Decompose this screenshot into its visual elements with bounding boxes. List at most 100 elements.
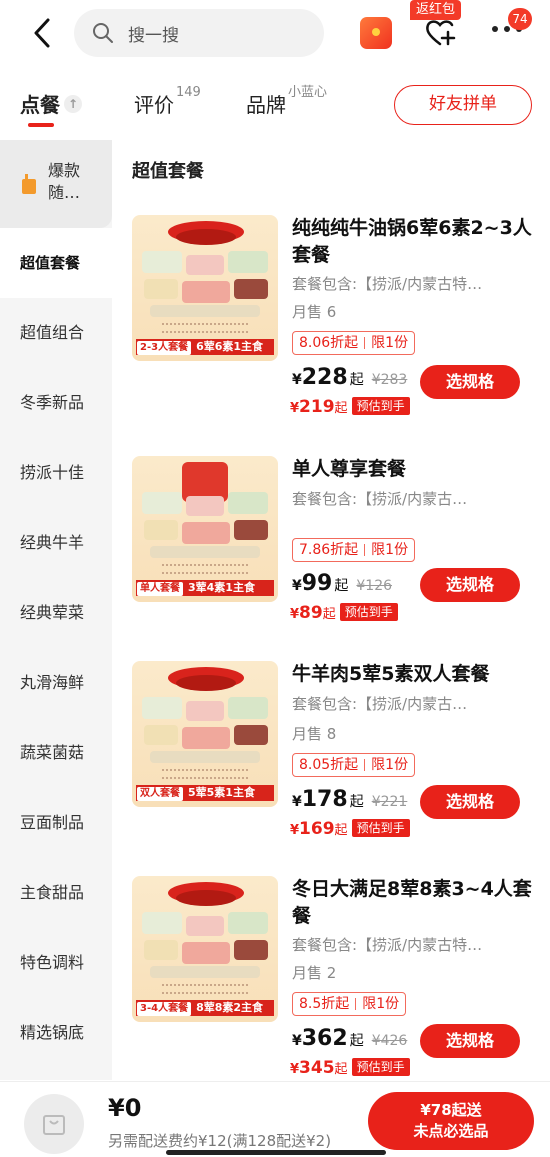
product-image-banner: 3-4人套餐 8荤8素2主食: [136, 1000, 274, 1016]
product-name[interactable]: 单人尊享套餐: [292, 456, 536, 483]
estimated-price-value: 345: [299, 1058, 335, 1078]
tab-review[interactable]: 评价149: [134, 85, 201, 118]
drink-cup-icon: [22, 174, 36, 194]
sidebar-item-hot[interactable]: 爆款随…: [0, 140, 112, 228]
banner-contents: 5荤5素1主食: [188, 786, 255, 799]
cart-total: ¥0: [108, 1094, 142, 1122]
discount-rate: 8.06折起: [299, 335, 359, 351]
discount-badge: 8.06折起 限1份: [292, 331, 416, 355]
discount-badge: 8.05折起 限1份: [292, 753, 416, 777]
search-input[interactable]: 搜一搜: [74, 9, 324, 57]
price-value: 178: [301, 787, 348, 812]
estimated-price-value: 89: [299, 603, 323, 623]
product-name[interactable]: 纯纯纯牛油锅6荤6素2~3人套餐: [292, 215, 536, 269]
checkout-button[interactable]: ¥78起送 未点必选品: [368, 1092, 534, 1150]
product-image-banner: 2-3人套餐 6荤6素1主食: [136, 339, 274, 355]
discount-rate: 8.05折起: [299, 757, 359, 773]
section-title: 超值套餐: [132, 161, 204, 182]
price-from-label: 起: [349, 794, 364, 810]
cart-button[interactable]: [24, 1094, 84, 1154]
product-description: 套餐包含:【捞派/内蒙古特…: [292, 275, 483, 293]
friend-group-order-button[interactable]: 好友拼单: [394, 85, 532, 125]
currency-symbol: ¥: [292, 578, 302, 594]
product-card[interactable]: 双人套餐 5荤5素1主食 牛羊肉5荤5素双人套餐 套餐包含:【捞派/内蒙古… 月售 88…: [132, 661, 532, 881]
sidebar-item-winter-new[interactable]: 冬季新品: [0, 368, 112, 438]
checkout-min-order: ¥78起送: [420, 1101, 482, 1119]
banner-party-size: 2-3人套餐: [137, 341, 192, 355]
estimated-price: ¥345起 预估到手: [290, 1058, 410, 1078]
sidebar-item-staples-dessert[interactable]: 主食甜品: [0, 858, 112, 928]
banner-party-size: 3-4人套餐: [137, 1002, 192, 1016]
currency-symbol: ¥: [290, 1062, 300, 1077]
product-image[interactable]: 2-3人套餐 6荤6素1主食: [132, 215, 278, 361]
tab-order-label: 点餐: [20, 93, 60, 117]
select-spec-button[interactable]: 选规格: [420, 568, 520, 602]
price-from-label: 起: [334, 823, 348, 838]
shopping-bag-icon: [43, 1115, 65, 1135]
purchase-limit: 限1份: [371, 757, 409, 773]
price-from-label: 起: [334, 1062, 348, 1077]
estimated-tag: 预估到手: [351, 1058, 410, 1076]
tab-order[interactable]: 点餐 ↑: [20, 89, 82, 118]
active-tab-indicator: [28, 123, 54, 127]
sidebar-item-label: 爆款随…: [48, 161, 81, 202]
favorite-heart-plus-icon[interactable]: [424, 17, 458, 49]
estimated-price: ¥89起 预估到手: [290, 603, 398, 623]
banner-party-size: 单人套餐: [137, 582, 183, 596]
sidebar-item-beef-lamb[interactable]: 经典牛羊: [0, 508, 112, 578]
monthly-sales: 月售 6: [292, 303, 337, 321]
original-price: ¥126: [356, 578, 393, 594]
banner-contents: 6荤6素1主食: [196, 340, 264, 353]
sidebar-item-value-set[interactable]: 超值套餐: [0, 228, 112, 298]
product-card[interactable]: 单人套餐 3荤4素1主食 单人尊享套餐 套餐包含:【捞派/内蒙古… 7.86折起 限1份 ¥…: [132, 456, 532, 676]
sidebar-item-vegetables[interactable]: 蔬菜菌菇: [0, 718, 112, 788]
sidebar-item-top-ten[interactable]: 捞派十佳: [0, 438, 112, 508]
product-name[interactable]: 牛羊肉5荤5素双人套餐: [292, 661, 536, 688]
currency-symbol: ¥: [290, 823, 300, 838]
select-spec-button[interactable]: 选规格: [420, 365, 520, 399]
product-image[interactable]: 3-4人套餐 8荤8素2主食: [132, 876, 278, 1022]
price-from-label: 起: [334, 578, 349, 594]
purchase-limit: 限1份: [371, 335, 409, 351]
tab-brand-label: 品牌: [246, 93, 286, 117]
select-spec-button[interactable]: 选规格: [420, 1024, 520, 1058]
sidebar-item-sauces[interactable]: 特色调料: [0, 928, 112, 998]
select-spec-button[interactable]: 选规格: [420, 785, 520, 819]
currency-symbol: ¥: [290, 401, 300, 416]
red-envelope-icon[interactable]: [360, 17, 392, 49]
estimated-tag: 预估到手: [351, 819, 410, 837]
currency-symbol: ¥: [292, 372, 302, 388]
original-price: ¥283: [371, 372, 408, 388]
product-image[interactable]: 双人套餐 5荤5素1主食: [132, 661, 278, 807]
product-name[interactable]: 冬日大满足8荤8素3~4人套餐: [292, 876, 536, 930]
product-image[interactable]: 单人套餐 3荤4素1主食: [132, 456, 278, 602]
currency-symbol: ¥: [292, 794, 302, 810]
price-value: 99: [301, 571, 333, 596]
monthly-sales: 月售 2: [292, 964, 337, 982]
discount-rate: 8.5折起: [299, 996, 350, 1012]
discount-badge: 7.86折起 限1份: [292, 538, 416, 562]
price-from-label: 起: [349, 372, 364, 388]
review-count: 149: [176, 85, 201, 101]
back-arrow-icon[interactable]: [28, 16, 58, 50]
message-count-badge: 74: [508, 8, 532, 30]
discount-rate: 7.86折起: [299, 542, 359, 558]
sidebar-item-tofu-noodles[interactable]: 豆面制品: [0, 788, 112, 858]
tab-brand[interactable]: 品牌小蓝心: [246, 85, 327, 118]
product-card[interactable]: 3-4人套餐 8荤8素2主食 冬日大满足8荤8素3~4人套餐 套餐包含:【捞派/内蒙古…: [132, 876, 532, 1096]
category-sidebar: 爆款随… 超值套餐 超值组合 冬季新品 捞派十佳 经典牛羊 经典荤菜 丸滑海鲜 …: [0, 140, 112, 1080]
tab-review-label: 评价: [134, 93, 174, 117]
estimated-tag: 预估到手: [339, 603, 398, 621]
sidebar-item-soup-base[interactable]: 精选锅底: [0, 998, 112, 1068]
product-description: 套餐包含:【捞派/内蒙古…: [292, 490, 468, 508]
sidebar-item-value-combo[interactable]: 超值组合: [0, 298, 112, 368]
product-card[interactable]: 2-3人套餐 6荤6素1主食 纯纯纯牛油锅6荤6素2~3人套餐 套餐包含:【捞派/内蒙…: [132, 215, 532, 435]
sidebar-item-seafood[interactable]: 丸滑海鲜: [0, 648, 112, 718]
tab-bar: 点餐 ↑ 评价149 品牌小蓝心 好友拼单: [0, 75, 550, 135]
product-image-banner: 单人套餐 3荤4素1主食: [136, 580, 274, 596]
currency-symbol: ¥: [290, 607, 300, 622]
sidebar-item-meat[interactable]: 经典荤菜: [0, 578, 112, 648]
estimated-tag: 预估到手: [351, 397, 410, 415]
product-description: 套餐包含:【捞派/内蒙古特…: [292, 936, 483, 954]
currency-symbol: ¥: [292, 1033, 302, 1049]
